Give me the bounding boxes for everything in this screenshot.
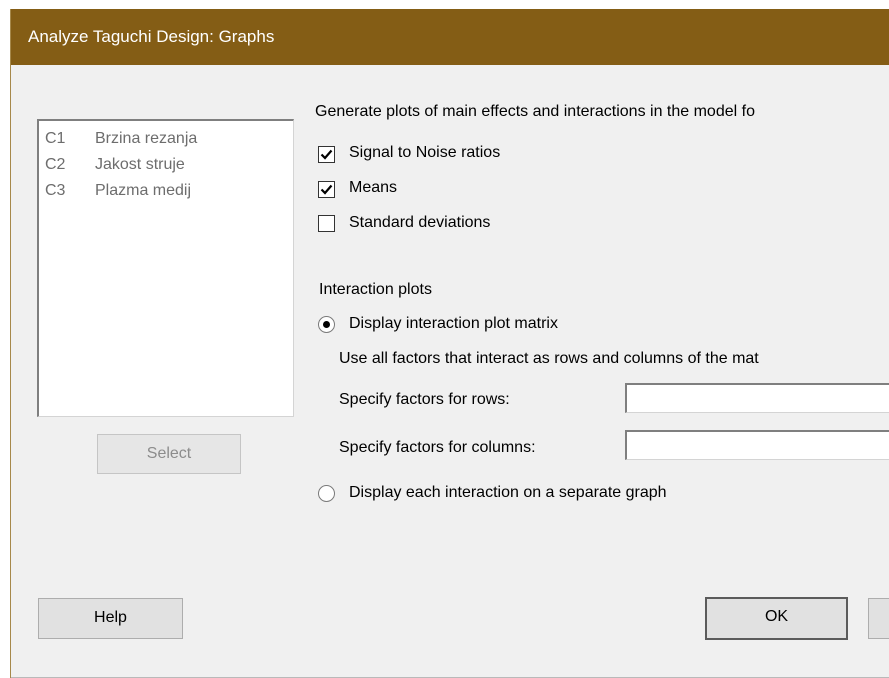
dialog-window: Analyze Taguchi Design: Graphs C1 Brzina… (10, 9, 889, 678)
column-list[interactable]: C1 Brzina rezanja C2 Jakost struje C3 Pl… (37, 119, 294, 417)
title-bar[interactable]: Analyze Taguchi Design: Graphs (11, 9, 889, 65)
checkmark-icon (320, 184, 333, 195)
radio-separate-graph[interactable] (318, 485, 335, 502)
checkbox-standard-deviations[interactable] (318, 215, 335, 232)
standard-deviations-label: Standard deviations (349, 214, 491, 231)
help-button[interactable]: Help (38, 598, 183, 639)
rows-label: Specify factors for rows: (339, 391, 510, 408)
column-id: C3 (45, 182, 66, 199)
signal-to-noise-label: Signal to Noise ratios (349, 144, 501, 161)
interaction-matrix-label: Display interaction plot matrix (349, 315, 558, 332)
list-item[interactable]: C3 Plazma medij (39, 178, 293, 204)
checkbox-means[interactable] (318, 181, 335, 198)
separate-graph-label: Display each interaction on a separate g… (349, 484, 667, 501)
dialog-client-area: C1 Brzina rezanja C2 Jakost struje C3 Pl… (11, 65, 889, 678)
column-id: C1 (45, 130, 66, 147)
radio-interaction-matrix[interactable] (318, 316, 335, 333)
means-label: Means (349, 179, 398, 196)
columns-factors-input[interactable] (625, 430, 889, 460)
select-button[interactable]: Select (97, 434, 241, 474)
list-item[interactable]: C2 Jakost struje (39, 152, 293, 178)
radio-selected-dot-icon (323, 321, 330, 328)
rows-factors-input[interactable] (625, 383, 889, 413)
interaction-plots-heading: Interaction plots (319, 281, 432, 298)
checkmark-icon (320, 149, 333, 160)
list-item[interactable]: C1 Brzina rezanja (39, 126, 293, 152)
ok-button[interactable]: OK (705, 597, 848, 640)
use-all-factors-text: Use all factors that interact as rows an… (339, 350, 759, 367)
column-name: Brzina rezanja (95, 130, 198, 147)
window-title: Analyze Taguchi Design: Graphs (28, 27, 275, 46)
plots-heading: Generate plots of main effects and inter… (315, 103, 755, 120)
columns-label: Specify factors for columns: (339, 439, 536, 456)
column-id: C2 (45, 156, 66, 173)
column-name: Jakost struje (95, 156, 185, 173)
cancel-button-partial[interactable] (868, 598, 889, 639)
column-name: Plazma medij (95, 182, 192, 199)
checkbox-signal-to-noise[interactable] (318, 146, 335, 163)
